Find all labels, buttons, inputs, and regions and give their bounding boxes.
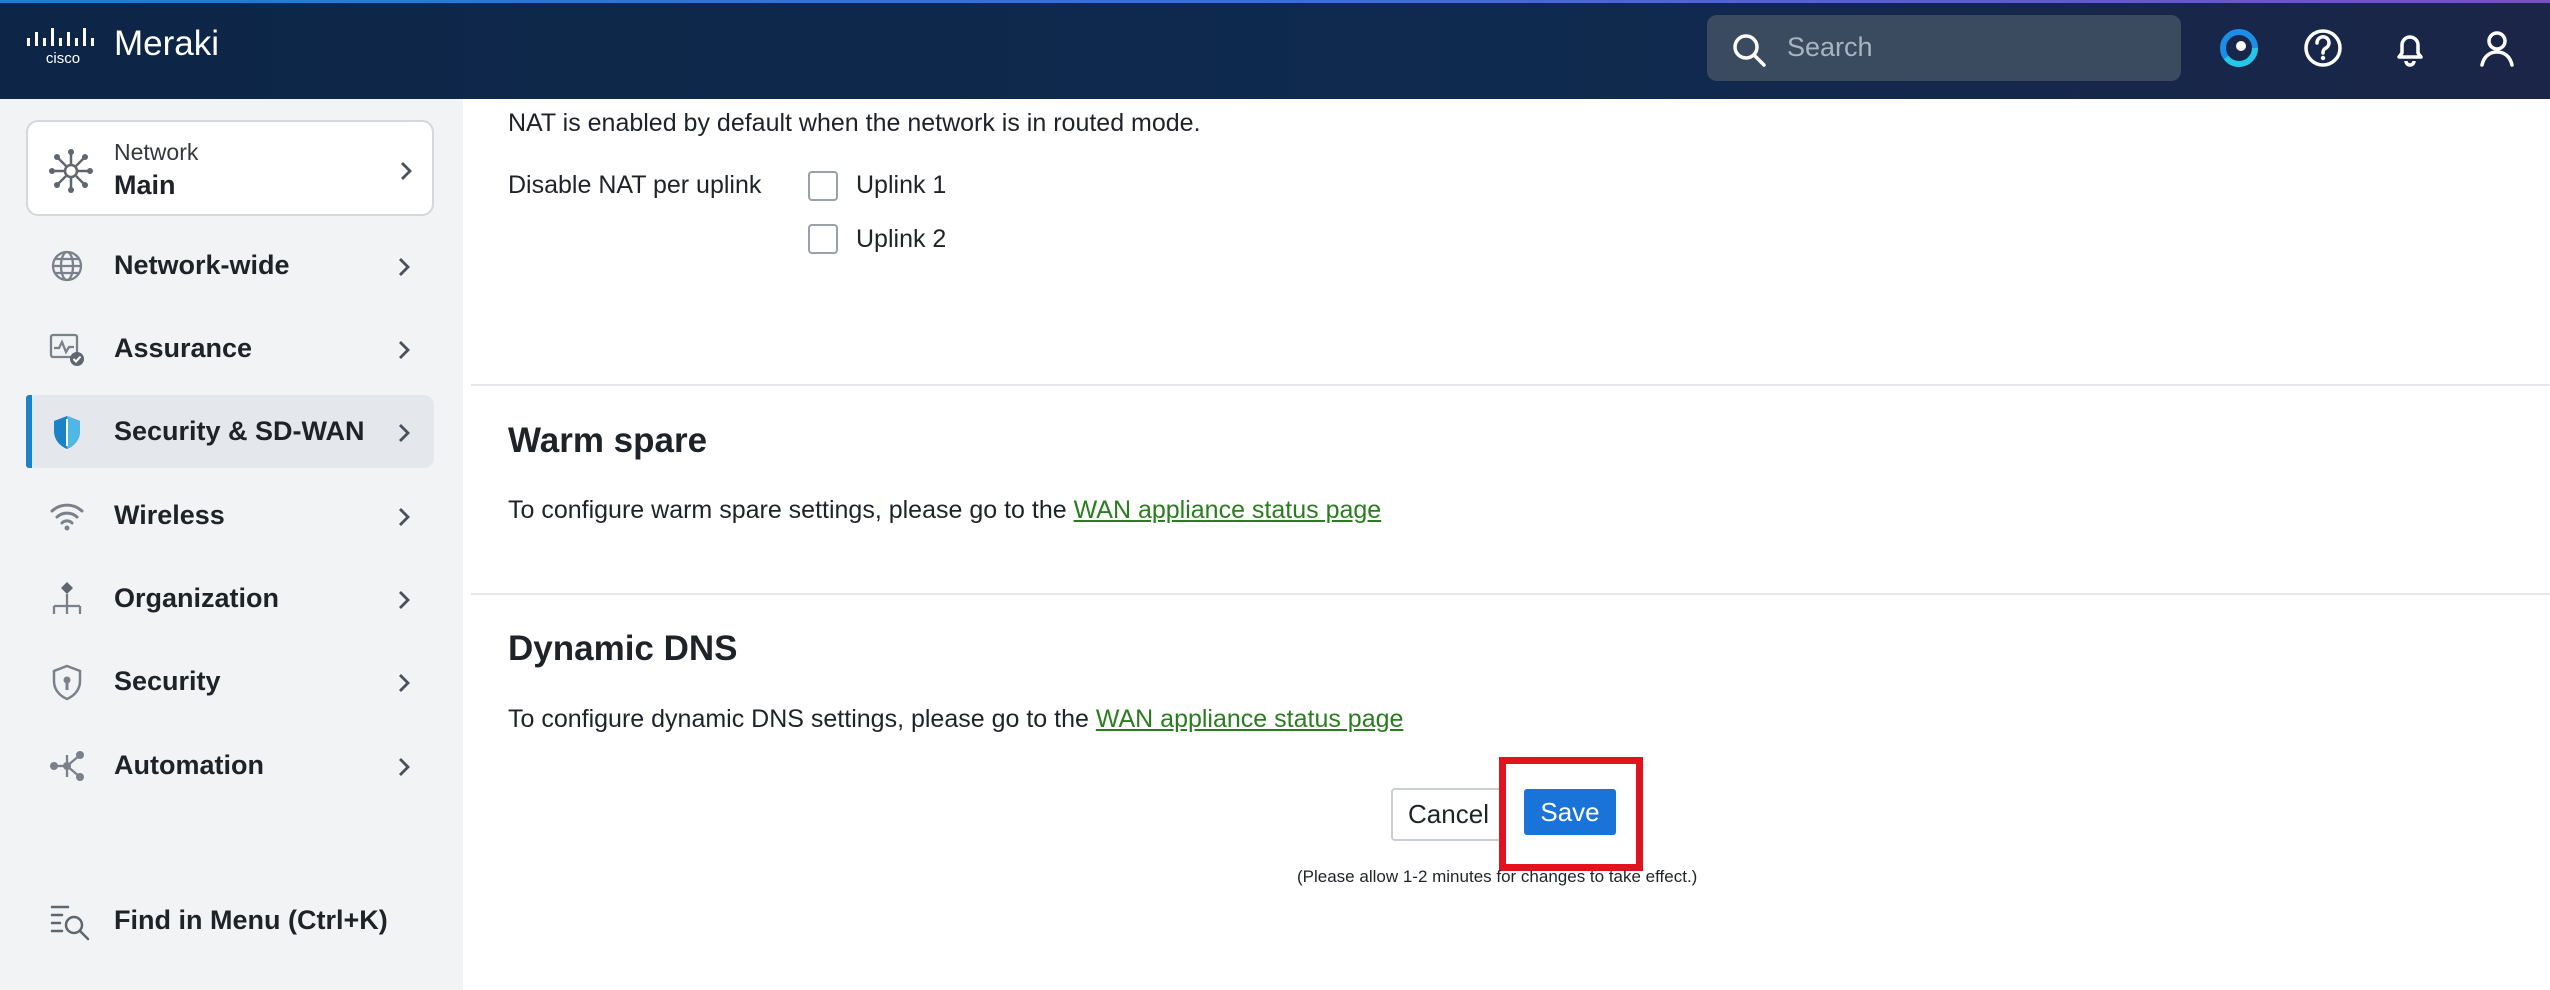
sidebar-item-automation[interactable]: Automation xyxy=(26,729,434,802)
dynamic-dns-description: To configure dynamic DNS settings, pleas… xyxy=(508,705,1089,733)
warm-spare-heading: Warm spare xyxy=(508,421,708,460)
search-input[interactable]: Search xyxy=(1707,15,2181,81)
chevron-right-icon xyxy=(399,508,410,526)
network-selector[interactable]: Network Main xyxy=(26,120,434,216)
network-name: Main xyxy=(114,170,176,200)
sidebar-item-label: Security & SD-WAN xyxy=(114,416,365,446)
bell-icon[interactable] xyxy=(2388,26,2432,70)
save-highlight-box xyxy=(1499,757,1643,871)
sidebar-item-label: Assurance xyxy=(114,333,253,363)
sidebar-item-label: Automation xyxy=(114,750,264,780)
sidebar-item-organization[interactable]: Organization xyxy=(26,562,434,635)
uplink-2-label[interactable]: Uplink 2 xyxy=(856,225,946,254)
warm-spare-description: To configure warm spare settings, please… xyxy=(508,496,1067,524)
sidebar-item-assurance[interactable]: Assurance xyxy=(26,312,434,385)
find-in-menu-label: Find in Menu (Ctrl+K) xyxy=(114,905,388,935)
find-in-menu[interactable]: Find in Menu (Ctrl+K) xyxy=(26,891,434,951)
help-icon[interactable] xyxy=(2301,26,2345,70)
assurance-icon xyxy=(49,333,84,366)
chevron-right-icon xyxy=(399,591,410,609)
chevron-right-icon xyxy=(399,674,410,692)
disable-nat-label: Disable NAT per uplink xyxy=(508,171,762,199)
chevron-right-icon xyxy=(399,424,410,442)
nat-info-text: NAT is enabled by default when the netwo… xyxy=(508,109,1201,137)
search-icon xyxy=(1733,34,1766,67)
org-icon xyxy=(52,582,82,614)
search-placeholder: Search xyxy=(1787,32,1873,62)
sidebar-item-label: Organization xyxy=(114,583,280,613)
warm-spare-text: To configure warm spare settings, please… xyxy=(508,496,1381,525)
sidebar-item-security-sd-wan[interactable]: Security & SD-WAN xyxy=(26,395,434,468)
network-caption: Network xyxy=(114,139,199,165)
chevron-right-icon xyxy=(399,341,410,359)
top-accent-line xyxy=(0,0,2550,3)
brand-name[interactable]: Meraki xyxy=(114,24,219,64)
section-divider xyxy=(471,593,2550,595)
security-icon xyxy=(52,664,82,701)
uplink-1-checkbox[interactable] xyxy=(808,171,838,201)
chevron-right-icon xyxy=(401,162,412,180)
sidebar-item-security[interactable]: Security xyxy=(26,645,434,718)
sidebar: Network Main Network-wide Assurance Secu… xyxy=(0,99,463,990)
shield-icon xyxy=(54,416,80,449)
save-delay-note: (Please allow 1-2 minutes for changes to… xyxy=(1297,867,1698,886)
sidebar-item-label: Wireless xyxy=(114,500,225,530)
cisco-logo-icon[interactable]: cisco xyxy=(26,26,100,66)
sidebar-item-wireless[interactable]: Wireless xyxy=(26,479,434,552)
cancel-button[interactable]: Cancel xyxy=(1391,788,1506,841)
user-icon[interactable] xyxy=(2475,26,2519,70)
uplink-1-label[interactable]: Uplink 1 xyxy=(856,171,946,200)
sidebar-item-network-wide[interactable]: Network-wide xyxy=(26,229,434,302)
dynamic-dns-heading: Dynamic DNS xyxy=(508,629,738,668)
automation-icon xyxy=(50,751,84,781)
uplink-2-checkbox[interactable] xyxy=(808,224,838,254)
warm-spare-status-link[interactable]: WAN appliance status page xyxy=(1074,496,1382,524)
active-indicator xyxy=(26,395,32,468)
ai-assistant-icon[interactable] xyxy=(2217,26,2261,70)
section-divider xyxy=(471,384,2550,386)
main-content: NAT is enabled by default when the netwo… xyxy=(463,99,2550,990)
top-bar: cisco Meraki Search xyxy=(0,0,2550,99)
sidebar-item-label: Network-wide xyxy=(114,250,290,280)
logo-text: cisco xyxy=(46,50,80,66)
sidebar-item-label: Security xyxy=(114,666,221,696)
dynamic-dns-text: To configure dynamic DNS settings, pleas… xyxy=(508,705,1403,734)
network-icon xyxy=(49,149,93,193)
wifi-icon xyxy=(50,503,84,531)
find-menu-icon xyxy=(50,905,90,941)
dynamic-dns-status-link[interactable]: WAN appliance status page xyxy=(1096,705,1404,733)
globe-icon xyxy=(51,250,83,282)
chevron-right-icon xyxy=(399,258,410,276)
chevron-right-icon xyxy=(399,758,410,776)
